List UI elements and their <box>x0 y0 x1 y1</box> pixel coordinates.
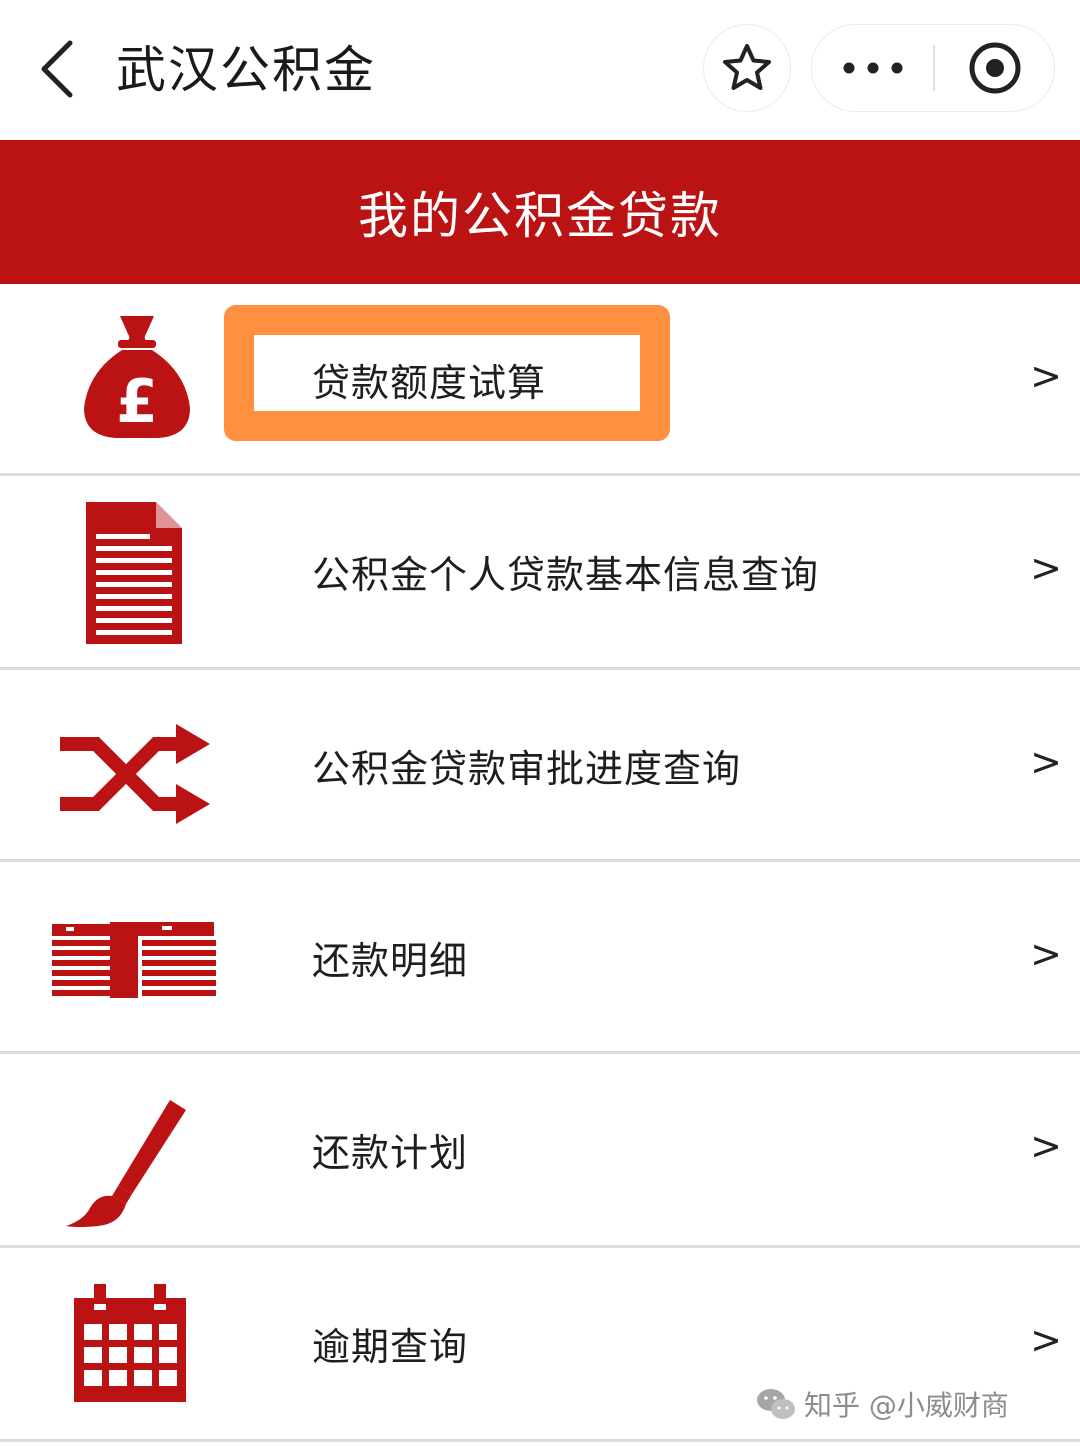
divider <box>0 1439 1080 1442</box>
menu-item-label: 逾期查询 <box>312 1325 469 1369</box>
page-title: 武汉公积金 <box>116 41 376 99</box>
cash-stacks-icon <box>52 922 216 998</box>
menu-item-label: 公积金个人贷款基本信息查询 <box>312 553 820 597</box>
menu-item-label: 贷款额度试算 <box>312 361 547 405</box>
svg-text:£: £ <box>116 367 158 437</box>
menu-item-loan-calculator[interactable]: £ 贷款额度试算 > <box>0 284 1080 476</box>
target-close-icon <box>969 42 1020 94</box>
chevron-right-icon: > <box>1030 354 1062 398</box>
star-icon <box>723 44 771 90</box>
menu-item-label: 公积金贷款审批进度查询 <box>312 747 742 791</box>
chevron-right-icon: > <box>1030 1318 1062 1362</box>
menu-item-label: 还款明细 <box>312 939 469 983</box>
more-dots-icon <box>843 62 902 74</box>
watermark-text: 知乎 @小威财商 <box>804 1389 1009 1422</box>
back-button[interactable] <box>28 34 88 104</box>
menu-item-approval-progress[interactable]: 公积金贷款审批进度查询 > <box>0 670 1080 862</box>
chevron-left-icon <box>41 40 73 98</box>
navigation-bar: 武汉公积金 <box>0 0 1080 140</box>
chevron-right-icon: > <box>1030 932 1062 976</box>
wechat-logo-icon <box>757 1389 795 1419</box>
section-banner: 我的公积金贷款 <box>0 140 1080 284</box>
chevron-right-icon: > <box>1030 740 1062 784</box>
chevron-right-icon: > <box>1030 546 1062 590</box>
shuffle-icon <box>60 724 210 824</box>
banner-title: 我的公积金贷款 <box>358 187 722 245</box>
close-button[interactable] <box>935 25 1054 111</box>
favorite-button[interactable] <box>703 24 791 112</box>
document-icon <box>86 502 182 644</box>
more-button[interactable] <box>812 25 933 111</box>
money-bag-icon: £ <box>84 316 190 438</box>
menu-item-label: 还款计划 <box>312 1131 469 1175</box>
calendar-icon <box>74 1284 186 1402</box>
menu-item-loan-basic-info[interactable]: 公积金个人贷款基本信息查询 > <box>0 476 1080 670</box>
paintbrush-icon <box>66 1100 186 1227</box>
mini-program-capsule <box>811 24 1055 112</box>
watermark: 知乎 @小威财商 <box>756 1382 1009 1426</box>
menu-item-repayment-details[interactable]: 还款明细 > <box>0 862 1080 1054</box>
chevron-right-icon: > <box>1030 1124 1062 1168</box>
menu-item-repayment-plan[interactable]: 还款计划 > <box>0 1054 1080 1248</box>
